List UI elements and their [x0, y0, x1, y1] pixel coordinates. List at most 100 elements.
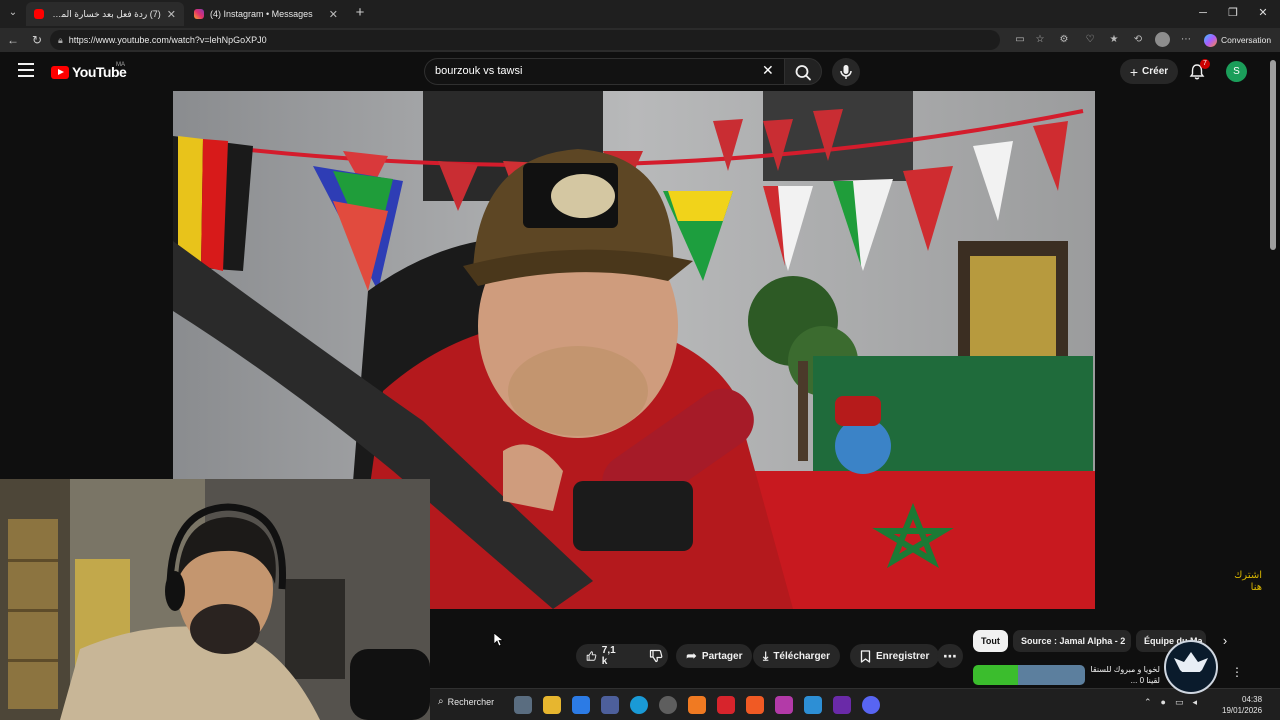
like-dislike-group: 7,1 k	[576, 644, 668, 668]
clear-search-icon[interactable]: ✕	[762, 62, 774, 79]
microphone-icon[interactable]: ●	[1161, 697, 1166, 708]
profile-avatar-icon[interactable]	[1155, 32, 1170, 47]
like-button[interactable]: 7,1 k	[576, 644, 629, 668]
browser-toolbar: ← ↻ 🔒︎ https://www.youtube.com/watch?v=l…	[0, 28, 1280, 52]
recommendation-title-line: لقينا 0 ...	[1130, 676, 1160, 685]
reload-icon[interactable]: ↻	[28, 31, 46, 49]
taskbar-search-label: Rechercher	[447, 696, 495, 707]
search-icon: ⌕	[438, 696, 444, 707]
address-bar[interactable]: 🔒︎ https://www.youtube.com/watch?v=lehNp…	[50, 30, 1000, 50]
app-icon[interactable]	[804, 696, 822, 714]
youtube-play-icon	[51, 65, 69, 79]
account-avatar[interactable]: S	[1226, 61, 1247, 82]
download-label: Télécharger	[773, 650, 831, 662]
notification-badge: 7	[1200, 59, 1210, 69]
scrollbar-thumb[interactable]	[1270, 60, 1276, 250]
copilot-conversation-button[interactable]: Conversation	[1204, 31, 1271, 49]
copilot-icon	[1204, 33, 1217, 47]
share-button[interactable]: ➦ Partager	[676, 644, 753, 668]
extensions-icon[interactable]: ⚙	[1056, 32, 1072, 48]
bookmark-icon	[860, 649, 871, 663]
favorite-star-icon[interactable]: ☆	[1032, 32, 1048, 48]
browser-essentials-icon[interactable]: ♡	[1082, 32, 1098, 48]
instagram-icon	[194, 9, 204, 19]
thumb-down-icon	[649, 649, 663, 663]
store-icon[interactable]	[572, 696, 590, 714]
clock-date: 19/01/2026	[1222, 706, 1263, 715]
recommendation-title-line: لخويا و مبروك للسنقال	[1090, 665, 1160, 674]
task-view-icon[interactable]	[514, 696, 532, 714]
search-button[interactable]	[784, 58, 822, 85]
close-icon[interactable]: ✕	[167, 8, 176, 21]
window-close-icon[interactable]: ✕	[1252, 4, 1274, 22]
plus-icon: +	[1129, 63, 1139, 80]
new-tab-button[interactable]: +	[352, 4, 368, 22]
minimize-icon[interactable]: ─	[1192, 4, 1214, 22]
app-icon[interactable]	[659, 696, 677, 714]
url-text: https://www.youtube.com/watch?v=lehNpGoX…	[68, 35, 267, 45]
voice-search-button[interactable]	[832, 58, 860, 86]
save-button[interactable]: Enregistrer	[850, 644, 940, 668]
app-icon[interactable]	[601, 696, 619, 714]
brave-browser-icon[interactable]	[746, 696, 764, 714]
taskbar-clock[interactable]: 04:38 19/01/2026	[1222, 694, 1262, 716]
more-menu-icon[interactable]: ⋯	[1178, 32, 1194, 48]
collections-icon[interactable]: ★	[1106, 32, 1122, 48]
maximize-icon[interactable]: ❐	[1222, 4, 1244, 22]
recommendation-title[interactable]: لخويا و مبروك للسنقال لقينا 0 ...	[1090, 664, 1160, 686]
site-info-icon[interactable]: 🔒︎	[58, 35, 63, 46]
tab-title: (4) Instagram • Messages	[210, 9, 313, 19]
chevron-up-icon[interactable]: ⌃	[1144, 697, 1152, 708]
conversation-label: Conversation	[1221, 35, 1272, 45]
chip-all[interactable]: Tout	[973, 630, 1008, 652]
share-arrow-icon: ➦	[686, 648, 697, 663]
system-tray: ⌃ ● ▭ ◂	[1144, 697, 1197, 708]
close-icon[interactable]: ✕	[329, 8, 338, 21]
search-input[interactable]: bourzouk vs tawsi	[424, 58, 784, 85]
windows-taskbar: ⌕ Rechercher ⌃ ● ▭ ◂ 04:38 19/01/2026	[430, 688, 1280, 720]
edge-browser-icon[interactable]	[630, 696, 648, 714]
share-label: Partager	[701, 650, 743, 662]
browser-tab-youtube[interactable]: (7) ردة فعل بعد خسارة المغرب نهائي ✕	[26, 2, 184, 26]
discord-icon[interactable]	[862, 696, 880, 714]
more-actions-icon[interactable]: ⋯	[937, 644, 963, 668]
menu-hamburger-icon[interactable]	[18, 63, 34, 77]
app-icon[interactable]	[775, 696, 793, 714]
chevron-right-icon[interactable]: ›	[1216, 632, 1234, 650]
app-icon[interactable]	[717, 696, 735, 714]
download-button[interactable]: ⤓ Télécharger	[753, 644, 841, 668]
webcam-overlay	[0, 479, 430, 720]
download-icon: ⤓	[763, 648, 769, 663]
network-icon[interactable]: ▭	[1175, 697, 1184, 708]
subscribe-overlay-text[interactable]: اشترك هنا	[1226, 570, 1262, 594]
history-icon[interactable]: ⟲	[1130, 32, 1146, 48]
browser-tab-instagram[interactable]: (4) Instagram • Messages ✕	[186, 2, 346, 26]
notifications-button[interactable]: 7	[1188, 59, 1210, 81]
browser-tab-strip: ⌄ (7) ردة فعل بعد خسارة المغرب نهائي ✕ (…	[0, 0, 1280, 28]
volume-icon[interactable]: ◂	[1193, 697, 1198, 708]
taskbar-search[interactable]: ⌕ Rechercher	[438, 696, 494, 707]
tab-list-chevron-icon[interactable]: ⌄	[6, 6, 20, 20]
clock-time: 04:38	[1242, 695, 1263, 704]
file-explorer-icon[interactable]	[543, 696, 561, 714]
eagle-emblem-icon	[1174, 652, 1208, 680]
recommendation-menu-icon[interactable]: ⋮	[1231, 665, 1243, 679]
create-label: Créer	[1142, 66, 1169, 77]
thumb-up-icon	[586, 651, 597, 661]
save-label: Enregistrer	[876, 650, 930, 662]
reader-view-icon[interactable]: ▭	[1012, 32, 1028, 48]
recommendation-thumbnail[interactable]	[973, 665, 1085, 685]
back-arrow-icon[interactable]: ←	[4, 31, 22, 49]
tab-title: (7) ردة فعل بعد خسارة المغرب نهائي	[50, 8, 161, 19]
dislike-button[interactable]	[639, 644, 673, 668]
microphone-icon	[840, 65, 852, 79]
app-icon[interactable]	[833, 696, 851, 714]
create-button[interactable]: + Créer	[1120, 59, 1178, 84]
search-icon	[795, 65, 811, 81]
like-count: 7,1 k	[601, 645, 616, 667]
chip-source[interactable]: Source : Jamal Alpha - 2	[1013, 630, 1131, 652]
youtube-header: YouTube MA bourzouk vs tawsi ✕ + Créer 7…	[0, 52, 1270, 90]
page-scrollbar[interactable]	[1268, 52, 1280, 685]
app-icon[interactable]	[688, 696, 706, 714]
country-code: MA	[116, 62, 125, 68]
